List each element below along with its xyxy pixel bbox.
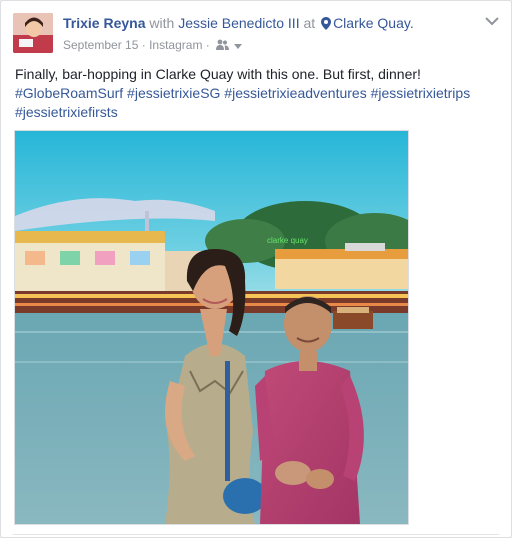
audience-chevron-icon[interactable] xyxy=(234,44,243,49)
map-pin-icon xyxy=(321,17,332,30)
location-link[interactable]: Clarke Quay. xyxy=(333,15,414,31)
post-divider xyxy=(13,534,499,535)
author-name[interactable]: Trixie Reyna xyxy=(63,15,146,31)
photo-image: clarke quay xyxy=(15,131,408,524)
meta-separator-2: · xyxy=(205,37,210,52)
post-meta: September 15 · Instagram · xyxy=(63,37,243,52)
post-card: Trixie Reyna with Jessie Benedicto III a… xyxy=(0,0,512,538)
friends-icon[interactable] xyxy=(216,39,230,50)
clarke-quay-sign: clarke quay xyxy=(267,236,308,245)
post-message-text: Finally, bar-hopping in Clarke Quay with… xyxy=(15,66,421,82)
with-label: with xyxy=(149,15,175,31)
at-label: at xyxy=(303,15,316,31)
post-message: Finally, bar-hopping in Clarke Quay with… xyxy=(15,65,495,122)
post-source[interactable]: Instagram xyxy=(149,38,202,52)
tagged-person[interactable]: Jessie Benedicto III xyxy=(178,15,299,31)
post-photo[interactable]: clarke quay xyxy=(14,130,409,525)
meta-separator: · xyxy=(141,37,146,52)
chevron-down-icon xyxy=(485,17,499,26)
post-header: Trixie Reyna with Jessie Benedicto III a… xyxy=(63,15,414,31)
author-avatar[interactable] xyxy=(13,13,53,53)
post-options-button[interactable] xyxy=(485,13,499,31)
avatar-image xyxy=(13,13,53,53)
post-hashtags[interactable]: #GlobeRoamSurf #jessietrixieSG #jessietr… xyxy=(15,84,495,122)
post-date[interactable]: September 15 xyxy=(63,38,138,52)
